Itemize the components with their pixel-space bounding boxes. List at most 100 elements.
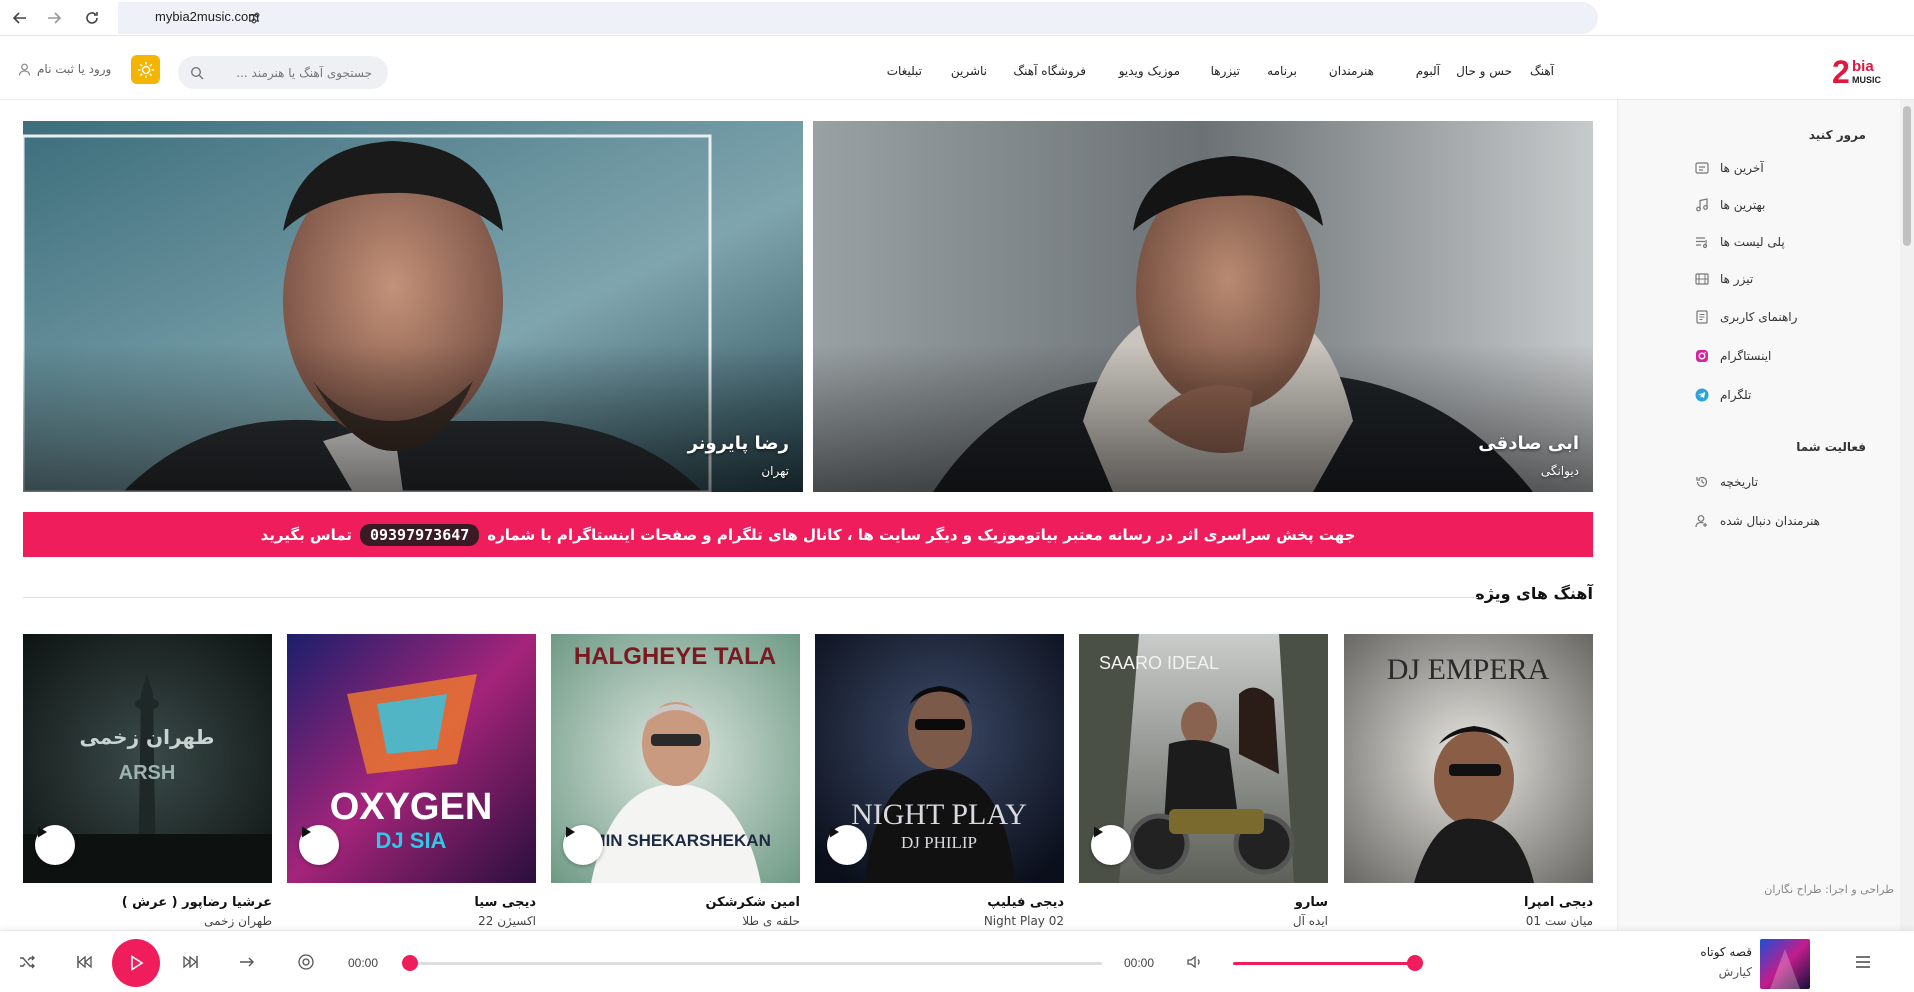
repeat-off-icon[interactable] <box>236 951 258 973</box>
login-link[interactable]: ورود یا ثبت نام <box>18 62 111 76</box>
nav-album[interactable]: آلبوم <box>1416 64 1440 78</box>
now-playing-title[interactable]: قصه کوتاه <box>1700 945 1752 959</box>
page-scrollbar[interactable] <box>1900 100 1914 930</box>
url-text[interactable]: mybia2music.com <box>155 9 259 24</box>
sidebar-item-label: هنرمندان دنبال شده <box>1720 514 1821 528</box>
card-cover[interactable]: SAARO IDEAL <box>1079 634 1328 883</box>
audio-player: 00:00 00:00 قصه کوتاه کیارش <box>0 930 1914 992</box>
card-artist[interactable]: امین شکرشکن <box>551 895 800 910</box>
cover-subtext: DJ PHILIP <box>901 833 977 852</box>
volume-icon[interactable] <box>1184 951 1206 973</box>
card-artist[interactable]: دیجی سیا <box>287 895 536 910</box>
featured-card[interactable]: OXYGEN DJ SIA دیجی سیا اکسیژن 22 <box>287 634 536 928</box>
card-artist[interactable]: دیجی امپرا <box>1344 895 1593 910</box>
main-play-button[interactable] <box>112 939 160 987</box>
cover-text: OXYGEN <box>330 786 493 828</box>
forward-icon[interactable] <box>42 6 66 30</box>
sidebar-item-guide[interactable]: راهنمای کاربری <box>1694 305 1894 329</box>
nav-mood[interactable]: حس و حال <box>1456 64 1512 78</box>
nav-publishers[interactable]: ناشرین <box>951 64 987 78</box>
sidebar-item-label: تلگرام <box>1720 388 1752 402</box>
card-cover[interactable]: NIGHT PLAY DJ PHILIP <box>815 634 1064 883</box>
sidebar-item-best[interactable]: بهترین ها <box>1694 193 1894 217</box>
speed-icon[interactable] <box>295 951 317 973</box>
sidebar-item-instagram[interactable]: اینستاگرام <box>1694 344 1894 368</box>
card-track-title[interactable]: حلقه ی طلا <box>551 914 800 928</box>
card-track-title[interactable]: Night Play 02 <box>815 914 1064 928</box>
nav-song[interactable]: آهنگ <box>1530 64 1554 78</box>
promo-banner[interactable]: جهت پخش سراسری اثر در رسانه معتبر بیاتوم… <box>23 512 1593 557</box>
browse-heading: مرور کنید <box>1808 128 1866 142</box>
banner-title: رضا پایرونر <box>687 433 789 454</box>
card-track-title[interactable]: اکسیژن 22 <box>287 914 536 928</box>
seek-bar[interactable] <box>402 955 1102 971</box>
sidebar-item-label: پلی لیست ها <box>1720 235 1785 249</box>
scrollbar-thumb[interactable] <box>1903 106 1911 246</box>
play-icon <box>566 826 575 838</box>
nav-teasers[interactable]: تیزرها <box>1211 64 1240 78</box>
featured-card[interactable]: HALGHEYE TALA AMIN SHEKARSHEKAN امین شکر… <box>551 634 800 928</box>
theme-toggle-button[interactable] <box>131 55 160 84</box>
history-icon <box>1694 474 1710 490</box>
nav-program[interactable]: برنامه <box>1267 64 1297 78</box>
card-cover[interactable]: DJ EMPERA <box>1344 634 1593 883</box>
back-icon[interactable] <box>8 6 32 30</box>
search-icon[interactable] <box>190 65 204 80</box>
shuffle-icon[interactable] <box>16 951 38 973</box>
card-artist[interactable]: سارو <box>1079 895 1328 910</box>
play-button[interactable] <box>1091 825 1131 865</box>
cover-subtext: طهران زخمی <box>80 725 215 749</box>
volume-slider[interactable] <box>1233 955 1423 971</box>
volume-knob[interactable] <box>1407 955 1423 971</box>
sidebar-item-followed-artists[interactable]: هنرمندان دنبال شده <box>1694 509 1894 533</box>
nav-ads[interactable]: تبلیغات <box>887 64 922 78</box>
sidebar-item-label: بهترین ها <box>1720 198 1766 212</box>
featured-card[interactable]: DJ EMPERA دیجی امپرا میان ست 01 <box>1344 634 1593 928</box>
card-cover[interactable]: طهران زخمی ARSH <box>23 634 272 883</box>
section-title: آهنگ های ویژه <box>1475 584 1593 603</box>
banner-ebi-sadeghi[interactable]: ابی صادقی دیوانگی <box>813 121 1593 492</box>
play-button[interactable] <box>563 825 603 865</box>
browser-toolbar: mybia2music.com <box>0 0 1914 36</box>
next-icon[interactable] <box>180 951 202 973</box>
card-track-title[interactable]: ایده آل <box>1079 914 1328 928</box>
address-bar[interactable] <box>118 2 1598 34</box>
follow-user-icon <box>1694 513 1710 529</box>
playlist-icon <box>1694 234 1710 250</box>
sidebar-item-telegram[interactable]: تلگرام <box>1694 383 1894 407</box>
menu-icon[interactable] <box>1852 951 1874 973</box>
card-track-title[interactable]: طهران زخمی <box>23 914 272 928</box>
play-button[interactable] <box>299 825 339 865</box>
sidebar-item-playlists[interactable]: پلی لیست ها <box>1694 230 1894 254</box>
sidebar-item-history[interactable]: تاریخچه <box>1694 470 1894 494</box>
featured-card[interactable]: طهران زخمی ARSH عرشیا رضاپور ( عرش ) طهر… <box>23 634 272 928</box>
card-artist[interactable]: دیجی فیلیپ <box>815 895 1064 910</box>
nav-music-store[interactable]: فروشگاه آهنگ <box>1013 64 1086 78</box>
card-track-title[interactable]: میان ست 01 <box>1344 914 1593 928</box>
sidebar-item-teasers[interactable]: تیزر ها <box>1694 267 1894 291</box>
sun-icon <box>137 61 154 78</box>
featured-card[interactable]: SAARO IDEAL سارو ایده آل <box>1079 634 1328 928</box>
card-cover[interactable]: OXYGEN DJ SIA <box>287 634 536 883</box>
seek-knob[interactable] <box>402 955 418 971</box>
now-playing-cover[interactable] <box>1760 939 1810 989</box>
reload-icon[interactable] <box>80 6 104 30</box>
sidebar-footer: طراحی و اجرا: طراح نگاران <box>1764 883 1894 896</box>
nav-music-video[interactable]: موزیک ویدیو <box>1119 64 1180 78</box>
play-button[interactable] <box>35 825 75 865</box>
featured-card[interactable]: NIGHT PLAY DJ PHILIP دیجی فیلیپ Night Pl… <box>815 634 1064 928</box>
promo-text-end: تماس بگیرید <box>260 525 352 544</box>
card-cover[interactable]: HALGHEYE TALA AMIN SHEKARSHEKAN <box>551 634 800 883</box>
card-artist[interactable]: عرشیا رضاپور ( عرش ) <box>23 895 272 910</box>
banner-reza-payronar[interactable]: رضا پایرونر تهران <box>23 121 803 492</box>
previous-icon[interactable] <box>73 951 95 973</box>
search-input[interactable] <box>212 56 382 89</box>
site-logo[interactable]: 2 bia MUSIC <box>1830 53 1890 90</box>
banner-image <box>23 121 803 492</box>
nav-artists[interactable]: هنرمندان <box>1329 64 1374 78</box>
now-playing-artist[interactable]: کیارش <box>1719 965 1752 979</box>
site-header: 2 bia MUSIC آهنگ حس و حال آلبوم هنرمندان… <box>0 37 1914 100</box>
play-button[interactable] <box>827 825 867 865</box>
sidebar-item-latest[interactable]: آخرین ها <box>1694 156 1894 180</box>
promo-phone: 09397973647 <box>359 523 480 546</box>
